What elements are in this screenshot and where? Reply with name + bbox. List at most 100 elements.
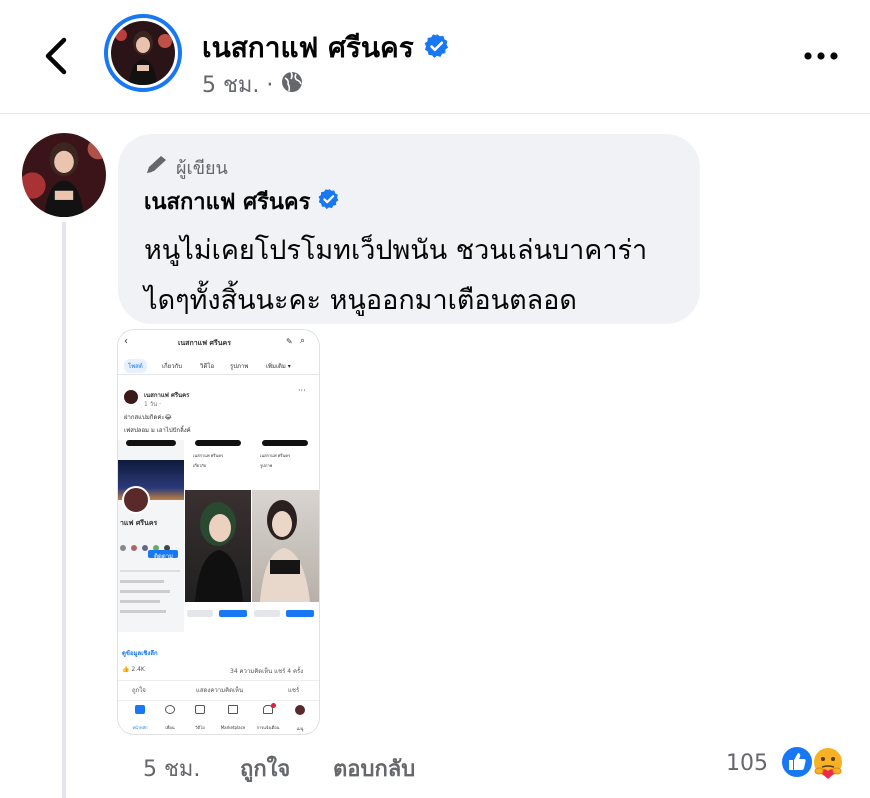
header-meta: 5 ชม. ·: [202, 67, 303, 102]
shot-nav-label: วิดีโอ: [195, 725, 205, 730]
header-name[interactable]: เนสกาแฟ ศรีนคร: [202, 26, 450, 70]
verified-badge-icon: [318, 188, 340, 216]
shot-comment-btn: แสดงความคิดเห็น: [196, 687, 244, 694]
author-tag: ผู้เขียน: [144, 153, 228, 182]
avatar-photo: [111, 21, 175, 85]
shot-line: [120, 600, 160, 603]
thread-line: [62, 222, 66, 798]
comment-time: 5 ชม.: [143, 757, 201, 782]
shot-tab-videos: วิดีโอ: [200, 363, 215, 370]
like-button[interactable]: ถูกใจ: [240, 751, 290, 786]
shot-post-text-row: เฟสปลอม ม เอาไปปักลิ้งค์: [118, 425, 319, 435]
globe-icon: [281, 71, 303, 99]
shot-panel-right: เนสกาแฟ ศรีนคร รูปภาพ: [252, 440, 319, 632]
verified-badge-icon: [424, 33, 450, 66]
shot-tab-about: เกี่ยวกับ: [162, 363, 183, 370]
shot-likes-count: 2.4K: [131, 666, 145, 673]
shot-more-icon: ···: [298, 386, 306, 395]
shot-follow-label: ติดตาม: [154, 553, 174, 560]
shot-follow-btn: ติดตาม: [148, 550, 178, 560]
shot-nav-label: เมนู: [296, 726, 304, 731]
attached-screenshot[interactable]: ‹ เนสกาแฟ ศรีนคร ✎ ⌕ โพสต์ เกี่ยวกับ วิด…: [118, 330, 319, 734]
shot-panel-name2: เนสกาแฟ ศรีนคร: [260, 453, 291, 458]
shot-tabs: โพสต์ เกี่ยวกับ วิดีโอ รูปภาพ เพิ่มเติม …: [118, 356, 319, 375]
back-arrow-icon[interactable]: [40, 36, 74, 76]
shot-profile-photo: [122, 486, 150, 514]
shot-nav-video: วิดีโอ: [186, 705, 214, 733]
shot-follow-btn3: [286, 610, 314, 617]
shot-stats: 👍 2.4K 34 ความคิดเห็น แชร์ 4 ครั้ง: [118, 664, 319, 676]
shot-edit-icon: ✎: [286, 337, 293, 346]
shot-divider: [120, 570, 180, 572]
shot-tab-posts: โพสต์: [124, 359, 147, 373]
shot-nav-market: Marketplace: [216, 705, 250, 733]
shot-actions: ถูกใจ แสดงความคิดเห็น แชร์: [118, 680, 319, 695]
shot-photo-middle: [185, 490, 251, 602]
shot-panels: าแฟ ศรีนคร ติดตาม เนสกาแฟ ศรีนคร เกี่ยวก…: [118, 440, 319, 632]
comment-bubble: ผู้เขียน เนสกาแฟ ศรีนคร หนูไม่เคยโปรโมทเ…: [118, 134, 700, 324]
shot-friends-row: [120, 536, 180, 551]
comment-author-name-text: เนสกาแฟ ศรีนคร: [144, 190, 311, 215]
shot-topbar: ‹ เนสกาแฟ ศรีนคร ✎ ⌕: [118, 336, 319, 350]
shot-insights: ดูข้อมูลเชิงลึก: [118, 646, 319, 660]
shot-nav-friends: เพื่อน: [156, 705, 184, 733]
shot-post-text1: ฝากสแปมกิดค่ะ😂: [124, 414, 172, 421]
header-time: 5 ชม. ·: [202, 73, 274, 98]
comment-avatar[interactable]: [22, 133, 106, 217]
shot-tab-photos: รูปภาพ: [230, 363, 249, 370]
reaction-icons[interactable]: [780, 745, 848, 781]
more-dots-icon[interactable]: [800, 42, 844, 70]
shot-back-icon: ‹: [124, 336, 128, 347]
reaction-count[interactable]: 105: [726, 751, 768, 776]
shot-panel-sub2: รูปภาพ: [260, 463, 273, 468]
post-header: เนสกาแฟ ศรีนคร 5 ชม. ·: [0, 0, 870, 114]
shot-like-btn: ถูกใจ: [132, 687, 146, 694]
shot-post: เนสกาแฟ ศรีนคร 1 วัน · ··· ฝากสแปมกิดค่ะ…: [118, 386, 319, 426]
shot-left-name: าแฟ ศรีนคร: [120, 519, 158, 527]
shot-follow-btn2: [219, 610, 247, 617]
shot-panel-middle: เนสกาแฟ ศรีนคร เกี่ยวกับ: [185, 440, 251, 632]
comment-text: หนูไม่เคยโปรโมทเว็ปพนัน ชวนเล่นบาคาร่า ไ…: [144, 226, 694, 326]
shot-notch: [126, 440, 176, 446]
author-tag-label: ผู้เขียน: [176, 158, 228, 179]
shot-nav-home: หน้าหลัก: [126, 705, 154, 733]
reply-button[interactable]: ตอบกลับ: [333, 751, 415, 786]
shot-notch: [262, 440, 308, 446]
comment-text-line1: หนูไม่เคยโปรโมทเว็ปพนัน ชวนเล่นบาคาร่า: [144, 235, 648, 266]
shot-nav-label: หน้าหลัก: [132, 725, 148, 730]
shot-page-title: เนสกาแฟ ศรีนคร: [178, 339, 231, 347]
shot-line: [120, 580, 164, 583]
shot-nav-menu: เมนู: [286, 705, 314, 734]
shot-post-sub: 1 วัน ·: [144, 401, 162, 408]
shot-panel-name: เนสกาแฟ ศรีนคร: [193, 453, 224, 458]
shot-panel-left: าแฟ ศรีนคร ติดตาม: [118, 440, 184, 632]
shot-bottom-nav: หน้าหลัก เพื่อน วิดีโอ Marketplace การแจ…: [118, 700, 319, 731]
shot-stats-text: 34 ความคิดเห็น แชร์ 4 ครั้ง: [230, 668, 304, 675]
shot-nav-label: เพื่อน: [165, 725, 175, 730]
shot-share-btn: แชร์: [288, 687, 300, 694]
pencil-icon: [144, 154, 170, 181]
shot-nav-notif: การแจ้งเตือน: [252, 703, 284, 733]
header-name-text: เนสกาแฟ ศรีนคร: [202, 31, 414, 64]
shot-msg-btn: [187, 610, 213, 617]
shot-nav-label: Marketplace: [220, 725, 246, 730]
shot-notch: [195, 440, 241, 446]
shot-tab-more: เพิ่มเติม ▾: [266, 363, 291, 370]
comment-text-line2: ไดๆทั้งสิ้นนะคะ หนูออกมาเตือนตลอด: [144, 285, 577, 316]
shot-msg-btn: [254, 610, 280, 617]
comment-author-name[interactable]: เนสกาแฟ ศรีนคร: [144, 184, 340, 219]
header-avatar[interactable]: [104, 14, 182, 92]
shot-line: [120, 610, 166, 613]
shot-photo-right: [252, 490, 319, 602]
shot-line: [120, 590, 170, 593]
shot-more-info: ดูข้อมูลเชิงลึก: [122, 650, 158, 657]
like-reaction-icon: [780, 745, 814, 783]
shot-post-text2: เฟสปลอม ม เอาไปปักลิ้งค์: [124, 427, 191, 434]
shot-nav-label: การแจ้งเตือน: [256, 725, 280, 730]
comment-actions: 5 ชม. ถูกใจ ตอบกลับ 105: [0, 745, 870, 785]
shot-panel-sub: เกี่ยวกับ: [193, 463, 207, 468]
shot-likes: 👍 2.4K: [122, 666, 145, 673]
care-reaction-icon: [810, 745, 846, 785]
shot-post-avatar: [124, 390, 138, 404]
shot-search-icon: ⌕: [300, 336, 306, 346]
